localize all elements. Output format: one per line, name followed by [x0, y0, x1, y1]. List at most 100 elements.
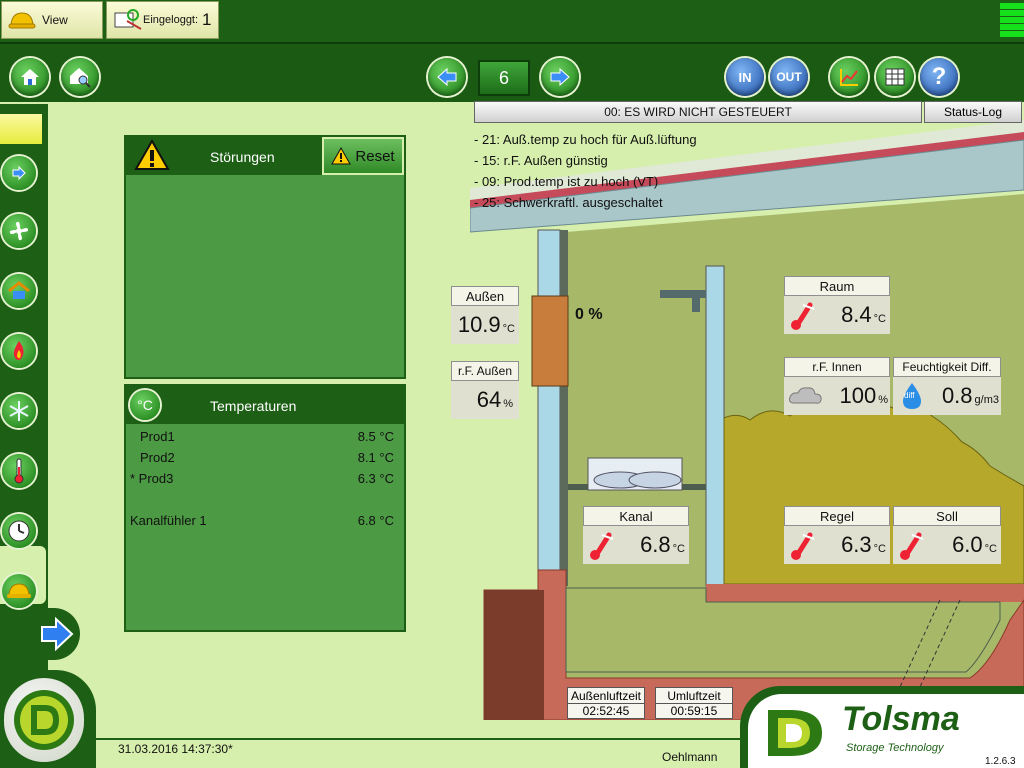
outside-air-time-label: Außenluftzeit	[568, 689, 644, 704]
duct-temp-box: Kanal 6.8 °C	[583, 506, 689, 564]
thermometer-icon	[900, 532, 924, 560]
unit-text: %	[878, 394, 888, 406]
temperature-panel: °C Temperaturen Prod1 8.5 °C Prod2 8.1 °C …	[124, 384, 406, 632]
setpoint-temp-value: 6.0 °C	[893, 526, 1001, 564]
home-icon	[21, 69, 39, 85]
arrow-right-icon	[550, 67, 570, 87]
fan-blade	[628, 471, 682, 489]
brand-tagline: Storage Technology	[846, 742, 944, 754]
thermometer-icon	[791, 532, 815, 560]
hardhat-icon	[8, 12, 36, 29]
unit-text: °C	[873, 313, 886, 325]
unit-text: °C	[502, 323, 515, 335]
view-label: View	[42, 13, 68, 27]
sidebar	[0, 104, 48, 674]
status-message: - 09: Prod.temp ist zu hoch (VT)	[474, 174, 659, 189]
nav-bar: 6 IN OUT ?	[0, 42, 1024, 102]
recirculation-time-label: Umluftzeit	[656, 689, 732, 704]
flap-icon	[8, 281, 30, 299]
warning-icon	[331, 147, 352, 165]
outside-humidity-label: r.F. Außen	[451, 361, 519, 381]
sidebar-fan-button[interactable]	[2, 214, 36, 248]
sidebar-flap-button[interactable]	[2, 274, 36, 308]
foundation-dark	[484, 590, 544, 720]
outside-air-time-box: Außenluftzeit 02:52:45	[567, 687, 645, 719]
cloud-icon	[789, 387, 822, 404]
previous-page-button[interactable]	[428, 58, 466, 96]
duct-temp-value: 6.8 °C	[583, 526, 689, 564]
unit-text: g/m3	[974, 394, 999, 406]
footer-version: 1.2.6.3	[985, 756, 1016, 767]
temperature-row: Prod2 8.1 °C	[130, 450, 396, 468]
in-button[interactable]: IN	[726, 58, 764, 96]
unit-text: °C	[984, 543, 997, 555]
sidebar-expand-button[interactable]	[32, 608, 80, 660]
sidebar-cooling-button[interactable]	[2, 394, 36, 428]
unit-text: °C	[873, 543, 886, 555]
inner-wall	[705, 265, 725, 587]
row-name: Prod2	[140, 450, 175, 465]
help-button[interactable]: ?	[920, 58, 958, 96]
value-text: 6.0	[952, 532, 983, 557]
sidebar-temperature-button[interactable]	[2, 454, 36, 488]
sidebar-heater-button[interactable]	[2, 334, 36, 368]
view-button[interactable]: View	[1, 1, 103, 39]
damper-position: 0 %	[575, 306, 603, 323]
tolsma-logo-icon	[14, 690, 74, 750]
sidebar-forward-button[interactable]	[2, 156, 36, 190]
row-name: Kanalfühler 1	[130, 513, 207, 528]
arrow-right-icon	[12, 165, 26, 181]
air-duct-stem	[692, 290, 700, 312]
value-text: 8.4	[841, 302, 872, 327]
floor	[706, 584, 1024, 602]
inside-humidity-value: 100%	[784, 377, 890, 415]
value-text: 10.9	[457, 312, 501, 337]
alarm-panel-title: Störungen	[210, 149, 275, 165]
inside-humidity-box: r.F. Innen 100%	[784, 357, 890, 415]
footer-user: Oehlmann	[662, 750, 718, 764]
out-button[interactable]: OUT	[770, 58, 808, 96]
reset-label: Reset	[355, 147, 395, 165]
outside-humidity-box: r.F. Außen 64%	[451, 361, 519, 419]
celsius-icon: °C	[130, 390, 160, 420]
setpoint-temp-box: Soll 6.0 °C	[893, 506, 1001, 564]
outer-wall-blue	[537, 229, 561, 571]
status-message: - 25: Schwerkraftl. ausgeschaltet	[474, 195, 663, 210]
setpoint-temp-label: Soll	[893, 506, 1001, 526]
humidity-diff-label: Feuchtigkeit Diff.	[893, 357, 1001, 377]
logo-badge	[4, 678, 84, 762]
table-button[interactable]	[876, 58, 914, 96]
signal-bars	[1000, 3, 1024, 39]
login-label: Eingeloggt:	[143, 14, 199, 26]
inside-humidity-label: r.F. Innen	[784, 357, 890, 377]
store-search-icon	[70, 68, 91, 88]
control-temp-box: Regel 6.3 °C	[784, 506, 890, 564]
hardhat-icon	[7, 583, 31, 598]
top-bar: View Eingeloggt: 1	[0, 0, 1024, 42]
temperature-panel-header: °C Temperaturen	[126, 386, 404, 424]
login-button[interactable]: Eingeloggt: 1	[106, 1, 219, 39]
outside-temp-value: 10.9 °C	[451, 306, 519, 344]
chart-button[interactable]	[830, 58, 868, 96]
sidebar-clock-button[interactable]	[2, 514, 36, 548]
sidebar-service-button[interactable]	[2, 574, 36, 608]
thermometer-icon	[590, 532, 614, 560]
room-temp-value: 8.4 °C	[784, 296, 890, 334]
outside-air-time-value: 02:52:45	[582, 704, 630, 718]
recirculation-time-box: Umluftzeit 00:59:15	[655, 687, 733, 719]
reset-button[interactable]: Reset	[322, 137, 404, 175]
table-icon	[885, 68, 905, 86]
next-page-button[interactable]	[541, 58, 579, 96]
room-temp-label: Raum	[784, 276, 890, 296]
home-button[interactable]	[11, 58, 49, 96]
status-log-button[interactable]: Status-Log	[924, 101, 1022, 123]
fan-icon	[9, 221, 29, 241]
store-view-button[interactable]	[61, 58, 99, 96]
outside-temp-label: Außen	[451, 286, 519, 306]
damper	[531, 295, 569, 387]
snowflake-icon	[9, 401, 29, 421]
value-text: 0.8	[941, 383, 973, 408]
brand-panel: Tolsma Storage Technology	[740, 686, 1024, 768]
arrow-right-icon	[41, 617, 74, 651]
status-banner: 00: ES WIRD NICHT GESTEUERT	[474, 101, 922, 123]
